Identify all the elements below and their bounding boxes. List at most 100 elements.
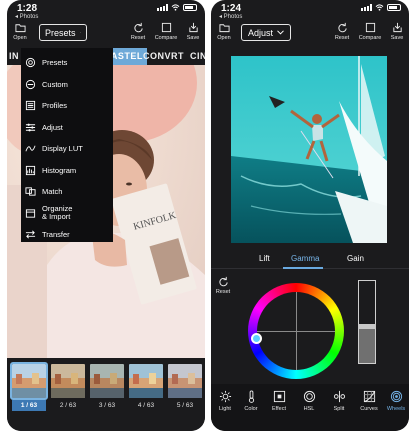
tab-in[interactable]: IN — [9, 48, 19, 65]
luminance-slider[interactable] — [358, 280, 376, 364]
tool-hsl[interactable]: HSL — [295, 390, 323, 412]
open-button[interactable]: Open — [211, 22, 237, 41]
menu-item-adjust[interactable]: Adjust — [21, 117, 113, 139]
tab-gain[interactable]: Gain — [347, 254, 364, 263]
tool-label: HSL — [303, 406, 315, 412]
wheel-reset-label: Reset — [215, 289, 231, 295]
thermometer-icon — [248, 390, 254, 403]
transfer-icon — [25, 230, 36, 239]
save-icon — [392, 22, 402, 33]
menu-item-transfer[interactable]: Transfer — [21, 224, 113, 246]
back-to-photos-link[interactable]: ◂ Photos — [219, 13, 242, 20]
color-wheel-handle[interactable] — [251, 333, 262, 344]
tool-label: Split — [333, 406, 345, 412]
mode-dropdown[interactable]: Adjust — [241, 24, 291, 41]
reset-label: Reset — [334, 35, 350, 41]
wheels-icon — [390, 390, 402, 403]
slider-thumb[interactable] — [358, 324, 376, 330]
status-bar: 1:24 ◂ Photos — [211, 0, 409, 20]
tool-label: Color — [244, 406, 258, 412]
open-button[interactable]: Open — [7, 22, 33, 41]
tab-gamma[interactable]: Gamma — [291, 254, 319, 263]
histogram-icon — [25, 165, 36, 175]
tool-color[interactable]: Color — [237, 390, 265, 412]
thumbnail-label: 3 / 63 — [98, 402, 116, 409]
menu-item-organize-import[interactable]: Organize & Import — [21, 203, 113, 225]
open-label: Open — [217, 35, 231, 41]
reset-icon — [133, 22, 143, 33]
tool-label: Wheels — [386, 406, 406, 412]
menu-label-histogram: Histogram — [42, 165, 77, 175]
reset-button[interactable]: Reset — [329, 22, 355, 41]
custom-icon — [25, 79, 36, 89]
back-to-photos-link[interactable]: ◂ Photos — [15, 13, 38, 20]
wifi-icon — [375, 4, 384, 11]
tab-lift[interactable]: Lift — [259, 254, 270, 263]
tool-effect[interactable]: Effect — [265, 390, 293, 412]
menu-item-custom[interactable]: Custom — [21, 74, 113, 96]
mode-dropdown-value: Adjust — [247, 27, 273, 38]
chevron-down-icon — [79, 32, 81, 33]
save-button[interactable]: Save — [384, 22, 409, 41]
reset-icon — [218, 276, 228, 287]
menu-item-match[interactable]: Match — [21, 181, 113, 203]
save-label: Save — [186, 35, 200, 41]
menu-item-histogram[interactable]: Histogram — [21, 160, 113, 182]
tool-label: Effect — [272, 406, 286, 412]
save-button[interactable]: Save — [180, 22, 205, 41]
status-bar: 1:28 ◂ Photos — [7, 0, 205, 20]
menu-label-presets: Presets — [42, 58, 68, 68]
open-label: Open — [13, 35, 27, 41]
tool-curves[interactable]: Curves — [355, 390, 383, 412]
light-icon — [219, 390, 231, 403]
reset-icon — [337, 22, 347, 33]
preset-thumbnail[interactable] — [129, 364, 163, 398]
battery-icon — [183, 4, 197, 11]
menu-item-display-lut[interactable]: Display LUT — [21, 138, 113, 160]
menu-item-presets[interactable]: Presets — [21, 52, 113, 74]
tool-light[interactable]: Light — [211, 390, 239, 412]
split-icon — [333, 390, 345, 403]
compare-label: Compare — [154, 35, 178, 41]
mode-dropdown[interactable]: Presets — [39, 24, 87, 41]
sailboat-image — [231, 56, 387, 243]
wheel-reset-button[interactable]: Reset — [214, 276, 232, 295]
reset-button[interactable]: Reset — [125, 22, 151, 41]
color-wheel[interactable] — [248, 283, 344, 379]
display-lut-icon — [25, 145, 36, 152]
tool-split[interactable]: Split — [325, 390, 353, 412]
wifi-icon — [171, 4, 180, 11]
sailboat-photo — [231, 56, 387, 243]
compare-icon — [161, 22, 171, 33]
color-wheel-center — [257, 292, 335, 370]
save-label: Save — [390, 35, 404, 41]
menu-label-custom: Custom — [42, 79, 68, 89]
preset-thumbnail[interactable] — [51, 364, 85, 398]
curves-icon — [363, 390, 375, 403]
organize-icon — [25, 209, 36, 218]
tool-bar: Light Color Effect HSL Split Curves Whee… — [211, 384, 409, 431]
thumbnail-label: 4 / 63 — [137, 402, 155, 409]
signal-icon — [361, 4, 372, 11]
compare-button[interactable]: Compare — [357, 22, 383, 41]
presets-icon — [25, 58, 36, 68]
tool-wheels[interactable]: Wheels — [382, 390, 409, 412]
preset-thumbnail[interactable] — [168, 364, 202, 398]
tool-label: Light — [219, 406, 231, 412]
adjust-icon — [25, 123, 36, 132]
compare-button[interactable]: Compare — [153, 22, 179, 41]
main-menu: Presets Custom Profiles Adjust Display L… — [21, 48, 113, 242]
preset-thumbnail[interactable] — [10, 362, 48, 400]
menu-label-adjust: Adjust — [42, 122, 63, 132]
preset-thumbnail[interactable] — [90, 364, 124, 398]
thumbnail-label: 2 / 63 — [59, 402, 77, 409]
thumbnail-label: 5 / 63 — [176, 402, 194, 409]
tab-cine[interactable]: CINE — [190, 48, 205, 65]
reset-label: Reset — [130, 35, 146, 41]
mode-dropdown-value: Presets — [45, 27, 76, 38]
menu-label-display-lut: Display LUT — [42, 144, 83, 154]
left-phone-screen: 1:28 ◂ Photos Open Presets Reset Compare… — [7, 0, 205, 431]
hsl-icon — [303, 390, 315, 403]
menu-item-profiles[interactable]: Profiles — [21, 95, 113, 117]
tab-convrt[interactable]: CONVRT — [143, 48, 184, 65]
